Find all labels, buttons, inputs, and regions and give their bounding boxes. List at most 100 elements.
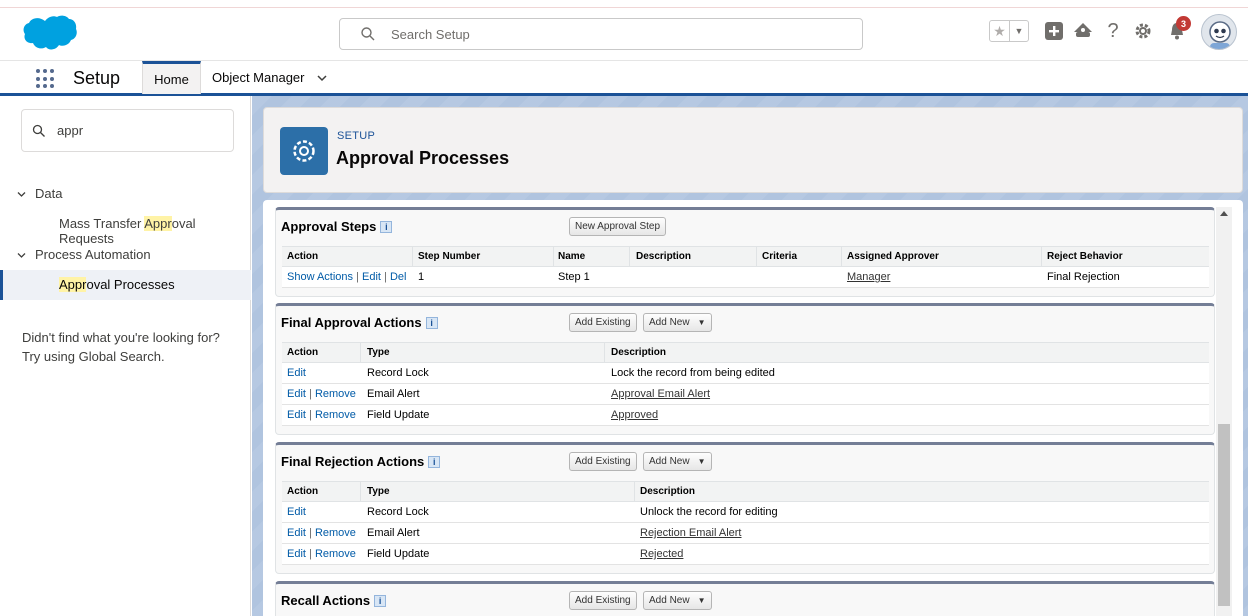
edit-link[interactable]: Edit <box>287 527 306 539</box>
search-setup-box[interactable]: Search Setup <box>339 18 863 50</box>
page-header: SETUP Approval Processes <box>263 107 1243 193</box>
add-new-button[interactable]: Add New ▼ <box>643 452 712 471</box>
trailhead-icon[interactable] <box>1071 19 1095 43</box>
approval-steps-section: Approval Steps i New Approval Step Action… <box>275 207 1215 297</box>
chevron-down-icon[interactable] <box>16 189 27 200</box>
column-header: Action <box>287 347 319 358</box>
column-header: Action <box>287 486 319 497</box>
column-header: Action <box>287 251 319 262</box>
table-row: Edit | Remove Email Alert Rejection Emai… <box>282 523 1209 544</box>
description-link[interactable]: Rejection Email Alert <box>640 527 742 539</box>
setup-tree-panel: appr Data Mass Transfer Approval Request… <box>0 96 251 616</box>
salesforce-logo[interactable] <box>22 14 78 54</box>
add-icon[interactable] <box>1042 19 1066 43</box>
tree-item-approval-processes[interactable]: Approval Processes <box>0 270 251 300</box>
delete-link[interactable]: Del <box>390 271 407 283</box>
add-new-button[interactable]: Add New ▼ <box>643 591 712 610</box>
approval-steps-table: Action Step Number Name Description Crit… <box>282 246 1209 288</box>
new-approval-step-button[interactable]: New Approval Step <box>569 217 667 236</box>
table-row: Edit | Remove Field Update Rejected <box>282 544 1209 565</box>
table-row: Show Actions | Edit | Del 1 Step 1 Manag… <box>282 267 1209 288</box>
scroll-up-arrow[interactable] <box>1220 211 1228 216</box>
step-number: 1 <box>418 271 425 283</box>
remove-link[interactable]: Remove <box>315 388 356 400</box>
final-rejection-actions-section: Final Rejection Actions i Add Existing Ad… <box>275 442 1215 574</box>
description-link[interactable]: Approved <box>611 409 658 421</box>
tree-group-label: Data <box>35 186 63 201</box>
tree-group-process-automation[interactable]: Process Automation <box>0 246 251 266</box>
chevron-down-icon[interactable] <box>316 72 328 84</box>
section-title: Approval Steps i <box>281 219 393 234</box>
chevron-down-icon: ▼ <box>697 596 706 605</box>
star-icon[interactable]: ★ <box>990 21 1009 41</box>
column-header: Description <box>611 347 667 358</box>
description-link[interactable]: Rejected <box>640 548 683 560</box>
tree-item-label: Approval Processes <box>59 277 175 292</box>
final-approval-table: Action Type Description Edit Record Lock… <box>282 342 1209 426</box>
quick-find-value: appr <box>57 123 84 138</box>
edit-link[interactable]: Edit <box>287 388 306 400</box>
column-header: Step Number <box>418 251 481 262</box>
row-actions: Edit | Remove <box>287 388 356 400</box>
final-rejection-table: Action Type Description Edit Record Lock… <box>282 481 1209 565</box>
section-title: Recall Actions i <box>281 593 387 608</box>
favorites-button[interactable]: ★ ▼ <box>989 20 1029 42</box>
table-header: Action Type Description <box>282 342 1209 363</box>
action-type: Email Alert <box>367 527 420 539</box>
tab-home[interactable]: Home <box>142 61 201 94</box>
remove-link[interactable]: Remove <box>315 527 356 539</box>
scrollbar-thumb[interactable] <box>1218 424 1230 606</box>
context-bar: Setup Home Object Manager <box>0 60 1248 96</box>
app-launcher-icon[interactable] <box>36 69 56 89</box>
table-header: Action Type Description <box>282 481 1209 502</box>
column-header: Description <box>640 486 696 497</box>
tree-item-label: Mass Transfer Approval Requests <box>59 216 196 246</box>
remove-link[interactable]: Remove <box>315 409 356 421</box>
edit-link[interactable]: Edit <box>287 409 306 421</box>
section-title: Final Rejection Actions i <box>281 454 441 469</box>
action-type: Record Lock <box>367 506 429 518</box>
page-title: Approval Processes <box>336 148 510 168</box>
edit-link[interactable]: Edit <box>362 271 381 283</box>
edit-link[interactable]: Edit <box>287 548 306 560</box>
not-found-hint: Didn't find what you're looking for? Try… <box>22 330 220 364</box>
table-header: Action Step Number Name Description Crit… <box>282 246 1209 267</box>
info-icon[interactable]: i <box>428 456 441 468</box>
add-existing-button[interactable]: Add Existing <box>569 591 637 610</box>
edit-link[interactable]: Edit <box>287 367 306 379</box>
assigned-approver-link[interactable]: Manager <box>847 271 890 283</box>
avatar[interactable] <box>1201 14 1237 50</box>
action-description: Unlock the record for editing <box>640 506 778 518</box>
quick-find-input[interactable]: appr <box>21 109 234 152</box>
column-header: Type <box>367 486 390 497</box>
row-actions: Edit <box>287 506 306 518</box>
action-description: Lock the record from being edited <box>611 367 775 379</box>
search-icon <box>361 27 375 41</box>
tree-group-data[interactable]: Data <box>0 185 251 205</box>
table-row: Edit | Remove Field Update Approved <box>282 405 1209 426</box>
info-icon[interactable]: i <box>374 595 387 607</box>
add-existing-button[interactable]: Add Existing <box>569 313 637 332</box>
final-approval-actions-section: Final Approval Actions i Add Existing Add… <box>275 303 1215 435</box>
tree-item-mass-transfer-approval-requests[interactable]: Mass Transfer Approval Requests <box>0 209 251 246</box>
add-existing-button[interactable]: Add Existing <box>569 452 637 471</box>
chevron-down-icon[interactable] <box>16 250 27 261</box>
remove-link[interactable]: Remove <box>315 548 356 560</box>
description-link[interactable]: Approval Email Alert <box>611 388 710 400</box>
action-type: Record Lock <box>367 367 429 379</box>
chevron-down-icon: ▼ <box>697 318 706 327</box>
tree-group-label: Process Automation <box>35 247 151 262</box>
global-header: Search Setup ★ ▼ ? 3 <box>0 8 1248 60</box>
show-actions-link[interactable]: Show Actions <box>287 271 353 283</box>
add-new-button[interactable]: Add New ▼ <box>643 313 712 332</box>
chevron-down-icon[interactable]: ▼ <box>1008 21 1028 41</box>
tab-object-manager[interactable]: Object Manager <box>212 70 305 85</box>
column-header: Criteria <box>762 251 798 262</box>
help-icon[interactable]: ? <box>1101 19 1125 43</box>
action-type: Email Alert <box>367 388 420 400</box>
edit-link[interactable]: Edit <box>287 506 306 518</box>
table-row: Edit Record Lock Unlock the record for e… <box>282 502 1209 523</box>
info-icon[interactable]: i <box>425 317 438 329</box>
info-icon[interactable]: i <box>380 221 393 233</box>
gear-icon[interactable] <box>1131 19 1155 43</box>
